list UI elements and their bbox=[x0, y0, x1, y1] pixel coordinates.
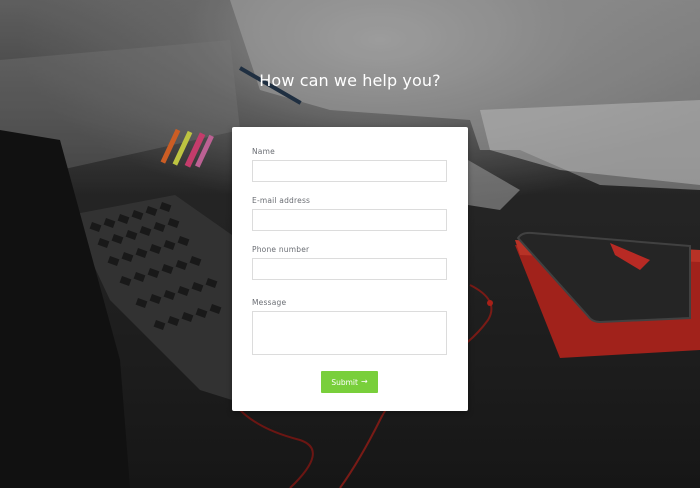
phone-input[interactable] bbox=[252, 258, 447, 280]
arrow-right-icon: → bbox=[360, 377, 368, 386]
submit-button[interactable]: Submit → bbox=[321, 371, 378, 393]
email-input[interactable] bbox=[252, 209, 447, 231]
name-input[interactable] bbox=[252, 160, 447, 182]
name-label: Name bbox=[252, 147, 275, 156]
message-label: Message bbox=[252, 298, 287, 307]
submit-label: Submit bbox=[331, 377, 358, 387]
message-textarea[interactable] bbox=[252, 311, 447, 355]
page-title: How can we help you? bbox=[259, 71, 441, 90]
email-label: E-mail address bbox=[252, 196, 311, 205]
contact-form-card: Name E-mail address Phone number Message… bbox=[232, 127, 468, 411]
phone-label: Phone number bbox=[252, 245, 310, 254]
